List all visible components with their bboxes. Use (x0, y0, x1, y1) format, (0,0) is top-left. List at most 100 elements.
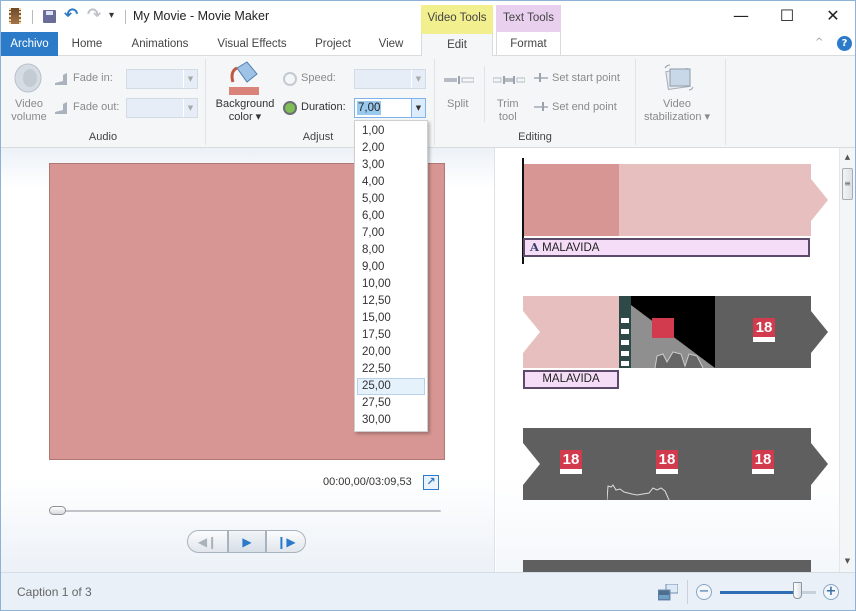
scroll-up-icon[interactable]: ▲ (840, 150, 855, 164)
storyboard: A MALAVIDA 18 MALAVIDA 18 18 18 (496, 148, 839, 572)
text-caption-icon: A (530, 240, 539, 254)
divider (32, 10, 33, 24)
tab-edit[interactable]: Edit (421, 32, 493, 57)
scroll-thumb[interactable]: ≡ (842, 168, 853, 200)
video-stabilization-label-line2: stabilization ▾ (643, 111, 711, 123)
storyboard-clip-video[interactable]: 18 18 18 (523, 428, 828, 500)
title-bar: ↶ ↷ ▾ My Movie - Movie Maker Video Tools… (1, 1, 855, 33)
duration-option[interactable]: 17,50 (357, 327, 425, 344)
caption-bar[interactable]: A MALAVIDA (523, 238, 810, 257)
text-tools-context-label: Text Tools (496, 5, 561, 33)
storyboard-scrollbar[interactable]: ▲ ≡ ▼ (839, 148, 855, 572)
zoom-in-button[interactable]: + (823, 584, 839, 600)
split-button[interactable]: Split (447, 98, 468, 110)
duration-option[interactable]: 6,00 (357, 208, 425, 225)
help-icon[interactable]: ? (837, 36, 852, 51)
duration-option[interactable]: 3,00 (357, 157, 425, 174)
next-frame-button[interactable]: ❙▶ (266, 530, 306, 553)
tab-view[interactable]: View (369, 32, 413, 56)
caption-bar[interactable]: MALAVIDA (523, 370, 619, 389)
storyboard-clip-title[interactable] (523, 164, 828, 240)
set-end-point-icon (534, 102, 548, 111)
storyboard-clip-partial[interactable] (523, 560, 811, 572)
seek-bar[interactable] (51, 510, 441, 512)
duration-option[interactable]: 27,50 (357, 395, 425, 412)
duration-option[interactable]: 4,00 (357, 174, 425, 191)
group-divider (434, 59, 435, 145)
play-button[interactable]: ▶ (228, 530, 266, 553)
duration-value[interactable]: 7,00 (357, 101, 382, 115)
minimize-button[interactable]: — (719, 5, 763, 27)
duration-option[interactable]: 9,00 (357, 259, 425, 276)
duration-option[interactable]: 10,00 (357, 276, 425, 293)
video-stabilization-icon[interactable] (663, 64, 695, 92)
tab-archivo[interactable]: Archivo (1, 32, 58, 56)
video-volume-label[interactable]: Video volume (11, 98, 47, 124)
film-strip-app-icon[interactable] (9, 8, 21, 24)
fullscreen-icon[interactable]: ↗ (423, 475, 439, 490)
video-stabilization-button[interactable]: Video stabilization ▾ (641, 98, 713, 124)
ribbon: Video volume Fade in: ▼ Fade out: ▼ Audi… (1, 56, 855, 148)
speed-label: Speed: (301, 72, 336, 84)
undo-icon[interactable]: ↶ (64, 5, 78, 25)
zoom-slider-thumb[interactable] (792, 582, 802, 599)
duration-dropdown-list: 1,00 2,00 3,00 4,00 5,00 6,00 7,00 8,00 9,00 10,0… (354, 120, 428, 432)
clip-thumbnail (619, 164, 811, 236)
duration-option[interactable]: 30,00 (357, 412, 425, 429)
collapse-ribbon-icon[interactable]: ^ (815, 37, 823, 48)
chevron-down-icon[interactable]: ▼ (411, 70, 425, 88)
fade-in-select[interactable]: ▼ (126, 69, 198, 89)
video-volume-icon[interactable] (13, 62, 43, 94)
duration-option[interactable]: 15,00 (357, 310, 425, 327)
set-end-point-button[interactable]: Set end point (552, 101, 617, 113)
background-color-label-line2: color ▾ (228, 111, 262, 123)
maximize-button[interactable]: ☐ (765, 5, 809, 27)
trim-tool-button[interactable]: Trim tool (497, 98, 519, 124)
status-bar: Caption 1 of 3 − + (1, 572, 855, 610)
tab-home[interactable]: Home (63, 32, 111, 56)
speed-select[interactable]: ▼ (354, 69, 426, 89)
group-divider (725, 59, 726, 145)
trim-tool-label-line1: Trim (497, 98, 519, 110)
duration-option[interactable]: 8,00 (357, 242, 425, 259)
tab-format[interactable]: Format (496, 32, 561, 56)
thumbnail-size-icon[interactable] (658, 584, 678, 601)
chevron-down-icon[interactable]: ▼ (411, 99, 425, 117)
duration-option[interactable]: 12,50 (357, 293, 425, 310)
redo-icon[interactable]: ↷ (87, 5, 101, 25)
close-button[interactable]: ✕ (811, 5, 855, 27)
caption-text: MALAVIDA (542, 373, 600, 385)
set-start-point-icon (534, 73, 548, 82)
duration-option[interactable]: 22,50 (357, 361, 425, 378)
duration-option[interactable]: 7,00 (357, 225, 425, 242)
clip-chevron (811, 443, 828, 485)
fade-in-label: Fade in: (73, 72, 113, 84)
background-color-button[interactable]: Background color ▾ (209, 98, 281, 124)
previous-frame-button[interactable]: ◀❙ (187, 530, 228, 553)
paint-bucket-icon[interactable] (227, 60, 261, 96)
duration-option[interactable]: 1,00 (357, 123, 425, 140)
audio-waveform (607, 484, 670, 500)
editing-group-label: Editing (518, 131, 552, 143)
logo-thumbnail: 18 (752, 450, 774, 474)
storyboard-clip-video-transition[interactable]: 18 (523, 296, 828, 368)
customize-quick-access-icon[interactable]: ▾ (109, 10, 114, 21)
scroll-down-icon[interactable]: ▼ (840, 554, 855, 568)
seek-thumb[interactable] (49, 506, 66, 515)
tab-animations[interactable]: Animations (121, 32, 199, 56)
zoom-out-button[interactable]: − (696, 584, 712, 600)
duration-option[interactable]: 2,00 (357, 140, 425, 157)
duration-combobox[interactable]: 7,00 ▼ (354, 98, 426, 118)
divider (687, 580, 688, 604)
chevron-down-icon[interactable]: ▼ (183, 99, 197, 117)
duration-option[interactable]: 25,00 (357, 378, 425, 395)
fade-out-label: Fade out: (73, 101, 120, 113)
tab-project[interactable]: Project (305, 32, 361, 56)
duration-option[interactable]: 5,00 (357, 191, 425, 208)
duration-option[interactable]: 20,00 (357, 344, 425, 361)
tab-visual-effects[interactable]: Visual Effects (209, 32, 295, 56)
set-start-point-button[interactable]: Set start point (552, 72, 620, 84)
fade-out-select[interactable]: ▼ (126, 98, 198, 118)
chevron-down-icon[interactable]: ▼ (183, 70, 197, 88)
save-icon[interactable] (43, 10, 56, 23)
